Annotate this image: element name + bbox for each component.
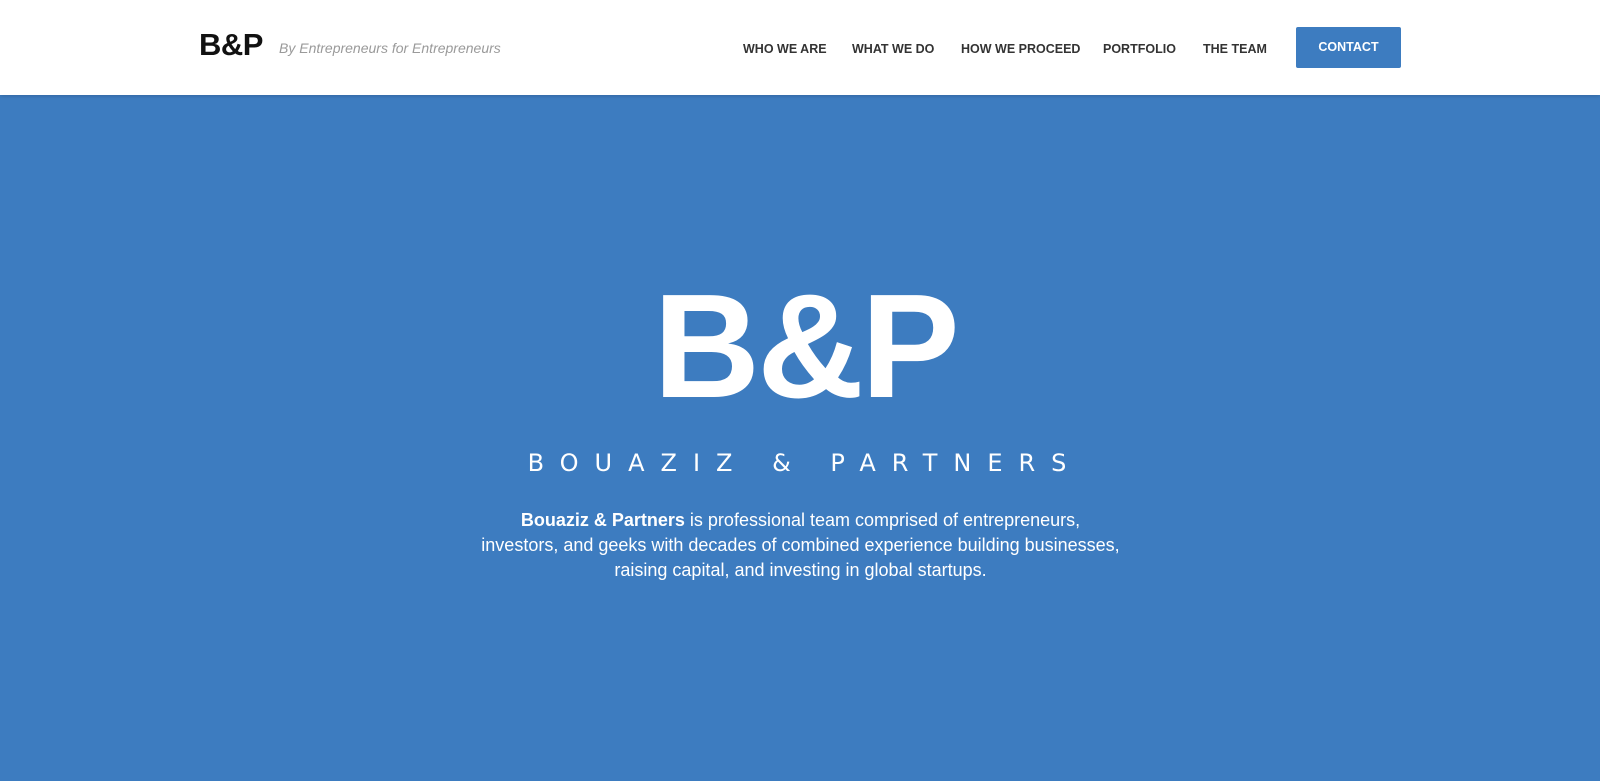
hero-company-name: BOUAZIZ & PARTNERS	[527, 449, 1083, 477]
nav-what-we-do[interactable]: WHAT WE DO	[852, 41, 934, 57]
hero-description-bold: Bouaziz & Partners	[520, 510, 685, 530]
nav-the-team[interactable]: THE TEAM	[1203, 41, 1267, 57]
hero-description: Bouaziz & Partners is professional team …	[480, 508, 1121, 583]
nav-portfolio[interactable]: PORTFOLIO	[1103, 41, 1176, 57]
site-header: B&P By Entrepreneurs for Entrepreneurs W…	[0, 0, 1600, 95]
nav-who-we-are[interactable]: WHO WE ARE	[743, 41, 827, 57]
nav-how-we-proceed[interactable]: HOW WE PROCEED	[961, 41, 1080, 57]
hero-logo: B&P	[653, 264, 959, 429]
header-tagline: By Entrepreneurs for Entrepreneurs	[279, 40, 501, 56]
contact-button[interactable]: CONTACT	[1296, 27, 1401, 68]
hero-section: B&P BOUAZIZ & PARTNERS Bouaziz & Partner…	[0, 95, 1600, 781]
header-logo[interactable]: B&P	[199, 27, 263, 63]
